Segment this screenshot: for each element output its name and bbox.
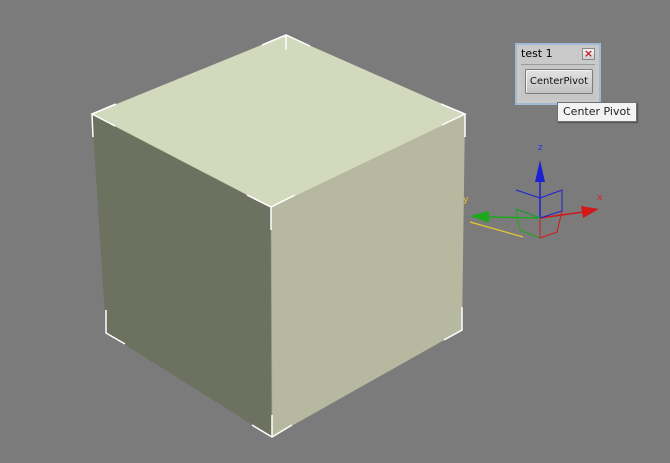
center-pivot-button[interactable]: CenterPivot: [525, 69, 593, 94]
panel-body: CenterPivot: [521, 64, 595, 100]
close-icon[interactable]: ×: [582, 48, 595, 60]
gizmo-z-arrow: [535, 160, 545, 182]
transform-gizmo[interactable]: [469, 160, 599, 239]
tooltip: Center Pivot: [557, 102, 637, 122]
gizmo-y-arrow: [470, 211, 489, 223]
panel-title: test 1: [521, 47, 553, 60]
rollout-panel[interactable]: test 1 × CenterPivot: [515, 43, 601, 105]
gizmo-label-y: y: [463, 195, 469, 205]
perspective-viewport[interactable]: z y x test 1 × CenterPivot Center Pivot: [0, 0, 670, 463]
gizmo-label-z: z: [538, 143, 543, 153]
gizmo-label-x: x: [597, 193, 603, 203]
gizmo-plane-xz: [539, 189, 563, 219]
gizmo-y-axis: [485, 216, 541, 219]
gizmo-x-arrow: [581, 206, 599, 218]
